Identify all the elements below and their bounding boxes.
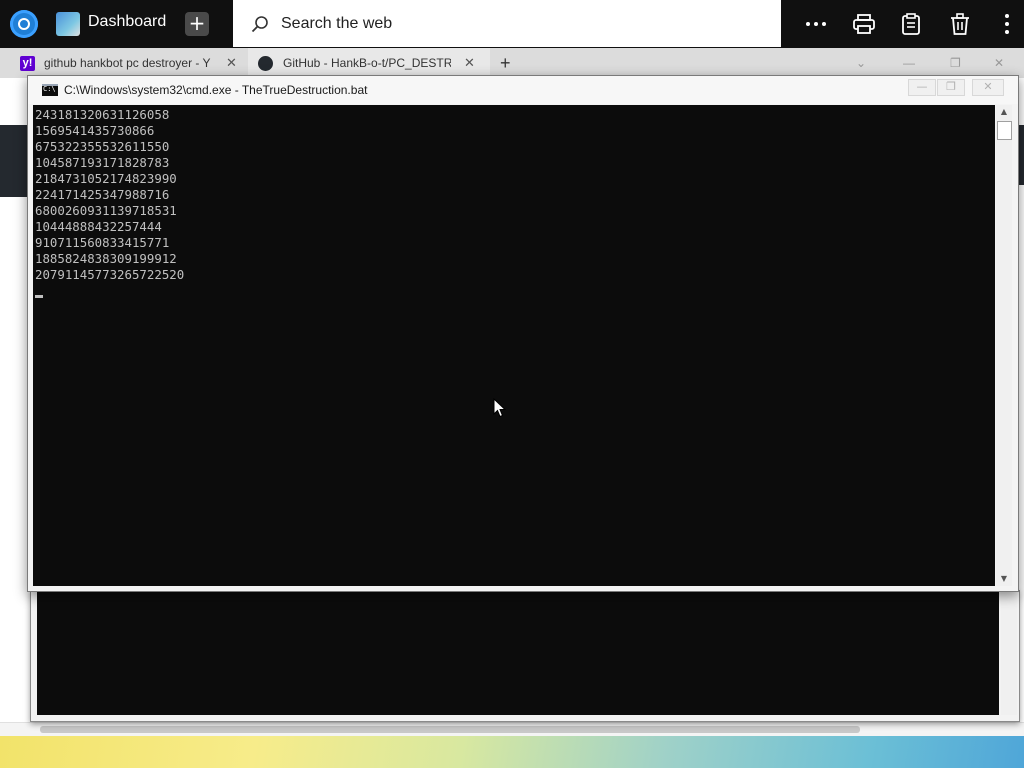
trash-icon[interactable]	[948, 12, 972, 36]
console-title-bar[interactable]: C:\Windows\system32\cmd.exe - TheTrueDes…	[28, 76, 1018, 104]
scroll-up-arrow-icon[interactable]: ▲	[996, 105, 1012, 119]
close-icon[interactable]: ✕	[464, 48, 475, 78]
new-tab-button[interactable]: +	[500, 48, 520, 78]
dashboard-icon[interactable]	[56, 12, 80, 36]
console-output-area	[37, 591, 999, 715]
tab-label: GitHub - HankB-o-t/PC_DESTRO	[283, 56, 451, 70]
console-line: 104587193171828783	[35, 155, 170, 170]
app-launcher-icon[interactable]	[10, 10, 38, 38]
search-icon	[251, 16, 268, 33]
console-output-area[interactable]: 243181320631126058 1569541435730866 6753…	[33, 105, 995, 586]
ellipsis-icon[interactable]	[804, 12, 828, 36]
console-line: 1569541435730866	[35, 123, 155, 138]
scrollbar-thumb[interactable]	[997, 121, 1012, 140]
console-line: 243181320631126058	[35, 107, 170, 122]
restore-icon[interactable]: ❐	[950, 48, 964, 78]
close-icon[interactable]: ✕	[226, 48, 237, 78]
mouse-pointer-icon	[493, 398, 507, 418]
tab-github[interactable]: GitHub - HankB-o-t/PC_DESTRO ✕	[248, 48, 490, 78]
plus-icon[interactable]: +	[185, 12, 209, 36]
minimize-button[interactable]: —	[908, 79, 936, 96]
console-line: 2184731052174823990	[35, 171, 177, 186]
close-window-icon[interactable]: ✕	[994, 48, 1008, 78]
clipboard-icon[interactable]	[899, 12, 923, 36]
background-console-window[interactable]	[30, 590, 1020, 722]
close-button[interactable]: ✕	[972, 79, 1004, 96]
desktop-wallpaper	[0, 736, 1024, 768]
printer-icon[interactable]	[852, 12, 876, 36]
console-title: C:\Windows\system32\cmd.exe - TheTrueDes…	[64, 83, 368, 97]
console-line: 910711560833415771	[35, 235, 170, 250]
console-line: 6800260931139718531	[35, 203, 177, 218]
search-input[interactable]: Search the web	[281, 15, 392, 33]
vertical-scrollbar[interactable]: ▲ ▼	[996, 105, 1012, 586]
dashboard-label[interactable]: Dashboard	[88, 13, 166, 31]
github-icon	[258, 56, 273, 71]
maximize-button[interactable]: ❐	[937, 79, 965, 96]
top-taskbar: Dashboard + Search the web	[0, 0, 1024, 48]
yahoo-icon: y!	[20, 56, 35, 71]
tab-yahoo-search[interactable]: y! github hankbot pc destroyer - Y ✕	[0, 48, 246, 78]
console-line: 10444888432257444	[35, 219, 162, 234]
search-bar[interactable]: Search the web	[233, 0, 781, 47]
console-window[interactable]: C:\Windows\system32\cmd.exe - TheTrueDes…	[27, 75, 1019, 592]
scrollbar-thumb[interactable]	[40, 726, 860, 733]
tab-label: github hankbot pc destroyer - Y	[44, 56, 211, 70]
cmd-icon	[42, 84, 58, 96]
kebab-menu-icon[interactable]	[995, 12, 1019, 36]
chevron-down-icon[interactable]: ⌄	[856, 48, 872, 78]
text-cursor	[35, 295, 43, 298]
browser-tab-strip: y! github hankbot pc destroyer - Y ✕ Git…	[0, 48, 1024, 78]
horizontal-scrollbar[interactable]	[0, 722, 1024, 737]
console-line: 20791145773265722520	[35, 267, 185, 282]
console-line: 1885824838309199912	[35, 251, 177, 266]
console-line: 675322355532611550	[35, 139, 170, 154]
page-header-strip	[0, 125, 30, 197]
minimize-icon[interactable]: —	[903, 48, 917, 78]
scroll-down-arrow-icon[interactable]: ▼	[996, 572, 1012, 586]
console-line: 224171425347988716	[35, 187, 170, 202]
vertical-scrollbar[interactable]	[1001, 591, 1017, 715]
